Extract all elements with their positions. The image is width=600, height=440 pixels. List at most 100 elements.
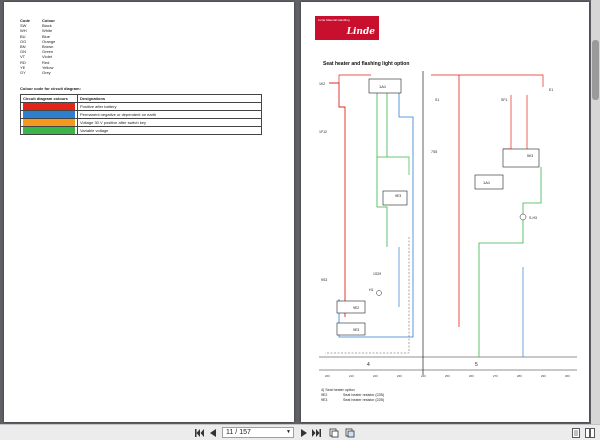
- chevron-right-icon: [300, 428, 307, 437]
- legend-designation: Permanent negative or dependent on earth: [77, 110, 262, 119]
- legend-header-row: Circuit diagram colours Designations: [20, 94, 262, 103]
- resistor-label: 9E2: [353, 306, 359, 310]
- page-left: Code Colour SW Black WH White BU Blue OG Oran…: [4, 2, 294, 422]
- resistor-label: 9E3: [353, 328, 359, 332]
- legend-colour-cell: [20, 118, 78, 127]
- component-label: 7S5: [431, 150, 437, 154]
- legend-title: Colour code for circuit diagram:: [20, 86, 81, 91]
- code-cell: GY: [20, 70, 26, 76]
- colour-legend-table: Circuit diagram colours Designations Pos…: [20, 94, 262, 135]
- page-view-button[interactable]: [570, 427, 581, 438]
- legend-row: Variable voltage: [20, 126, 262, 135]
- component-label: 1K2: [319, 82, 325, 86]
- colour-cell: Grey: [42, 70, 51, 76]
- page-navigation-toolbar: 11 / 157 ▼: [0, 424, 600, 440]
- current-page: 11: [226, 429, 234, 436]
- component-label: E1: [549, 88, 553, 92]
- linde-logo: Linde Material Handling Linde: [315, 16, 379, 40]
- scale-tick: 280: [517, 374, 522, 378]
- last-page-button[interactable]: [311, 427, 322, 438]
- diagram-notes: 4) Seat heater option 9E2 Seat heater res…: [321, 388, 384, 403]
- note-code: 9E3: [321, 398, 328, 402]
- component-label: S1: [435, 98, 439, 102]
- note-text: Seat heater resistor (22B): [343, 398, 385, 402]
- legend-header-designations: Designations: [77, 94, 262, 103]
- module-label: 1A1: [483, 180, 491, 185]
- last-page-icon: [312, 428, 321, 437]
- page-icon: [571, 427, 580, 438]
- legend-designation: Positive after battery: [77, 102, 262, 111]
- scale-tick: 220: [373, 374, 378, 378]
- legend-row: Permanent negative or dependent on earth: [20, 110, 262, 119]
- colour-code-table: Code Colour SW Black WH White BU Blue OG Oran…: [20, 18, 55, 75]
- scale-tick: 250: [445, 374, 450, 378]
- indicator-lamp-icon: [376, 290, 382, 296]
- green-wire: [376, 93, 388, 247]
- legend-row: Positive after battery: [20, 102, 262, 111]
- legend-colour-cell: [20, 126, 78, 135]
- scale-tick: 270: [493, 374, 498, 378]
- legend-header-colours: Circuit diagram colours: [20, 94, 78, 103]
- brand-name: Linde: [346, 27, 375, 37]
- legend-row: Voltage 30 V positive after switch key: [20, 118, 262, 127]
- two-page-icon: [584, 427, 595, 438]
- component-label: SF1: [501, 98, 507, 102]
- scale-tick: 260: [469, 374, 474, 378]
- green-wire: [377, 156, 410, 175]
- component-label: S-H3: [529, 216, 537, 220]
- page-number-field[interactable]: 11 / 157 ▼: [222, 427, 294, 438]
- scale-tick: 240: [421, 374, 426, 378]
- relay-label: 5K3: [527, 154, 533, 158]
- legend-designation: Voltage 30 V positive after switch key: [77, 118, 262, 127]
- green-wire: [478, 167, 542, 357]
- orange-swatch: [23, 119, 75, 126]
- scale-tick: 290: [541, 374, 546, 378]
- component-label: H1: [369, 288, 374, 292]
- previous-page-button[interactable]: [207, 427, 218, 438]
- double-page-view-button[interactable]: [344, 427, 355, 438]
- blue-swatch: [23, 111, 75, 118]
- legend-colour-cell: [20, 102, 78, 111]
- page-right: Linde Material Handling Linde Seat heate…: [301, 2, 589, 422]
- vertical-scrollbar[interactable]: [591, 0, 600, 424]
- scrollbar-thumb[interactable]: [592, 40, 599, 100]
- seat-heater-resistor: [336, 300, 366, 314]
- flashing-light-icon: [519, 213, 527, 221]
- scale-tick: 200: [325, 374, 330, 378]
- red-wire: [431, 74, 460, 327]
- brand-tagline: Linde Material Handling: [318, 18, 350, 22]
- section-number: 4: [367, 362, 370, 368]
- legend-colour-cell: [20, 110, 78, 119]
- first-page-button[interactable]: [194, 427, 205, 438]
- seat-heater-resistor: [336, 322, 366, 336]
- relay-label: 9E3: [395, 194, 401, 198]
- relay-box: [502, 148, 540, 168]
- single-page-view-button[interactable]: [328, 427, 339, 438]
- red-wire: [459, 74, 544, 87]
- earth-line: [325, 237, 410, 354]
- component-label: 9S3: [321, 278, 327, 282]
- scale-tick: 210: [349, 374, 354, 378]
- two-page-view-button[interactable]: [584, 427, 595, 438]
- single-page-icon: [329, 428, 338, 437]
- red-swatch: [23, 103, 75, 110]
- legend-designation: Variable voltage: [77, 126, 262, 135]
- chevron-down-icon[interactable]: ▼: [286, 429, 291, 435]
- red-wire: [338, 74, 371, 83]
- red-wire: [329, 82, 346, 317]
- next-page-button[interactable]: [298, 427, 309, 438]
- component-label: 1F12: [319, 130, 327, 134]
- scale-tick: 230: [397, 374, 402, 378]
- scale-tick: 300: [565, 374, 570, 378]
- module-label: 1A1: [379, 84, 387, 89]
- green-swatch: [23, 127, 75, 134]
- total-pages: 157: [239, 429, 251, 436]
- section-number: 5: [475, 362, 478, 368]
- double-page-icon: [345, 428, 354, 437]
- wiring-diagram: 1A1 9E3 9E2 9E3 1K2 1F12 9S3 H1 1S29 5K3…: [319, 71, 577, 378]
- page-separator: /: [235, 429, 238, 436]
- component-label: 1S29: [373, 272, 381, 276]
- red-wire: [503, 95, 512, 150]
- document-viewport[interactable]: Code Colour SW Black WH White BU Blue OG Oran…: [0, 0, 600, 424]
- first-page-icon: [195, 428, 204, 437]
